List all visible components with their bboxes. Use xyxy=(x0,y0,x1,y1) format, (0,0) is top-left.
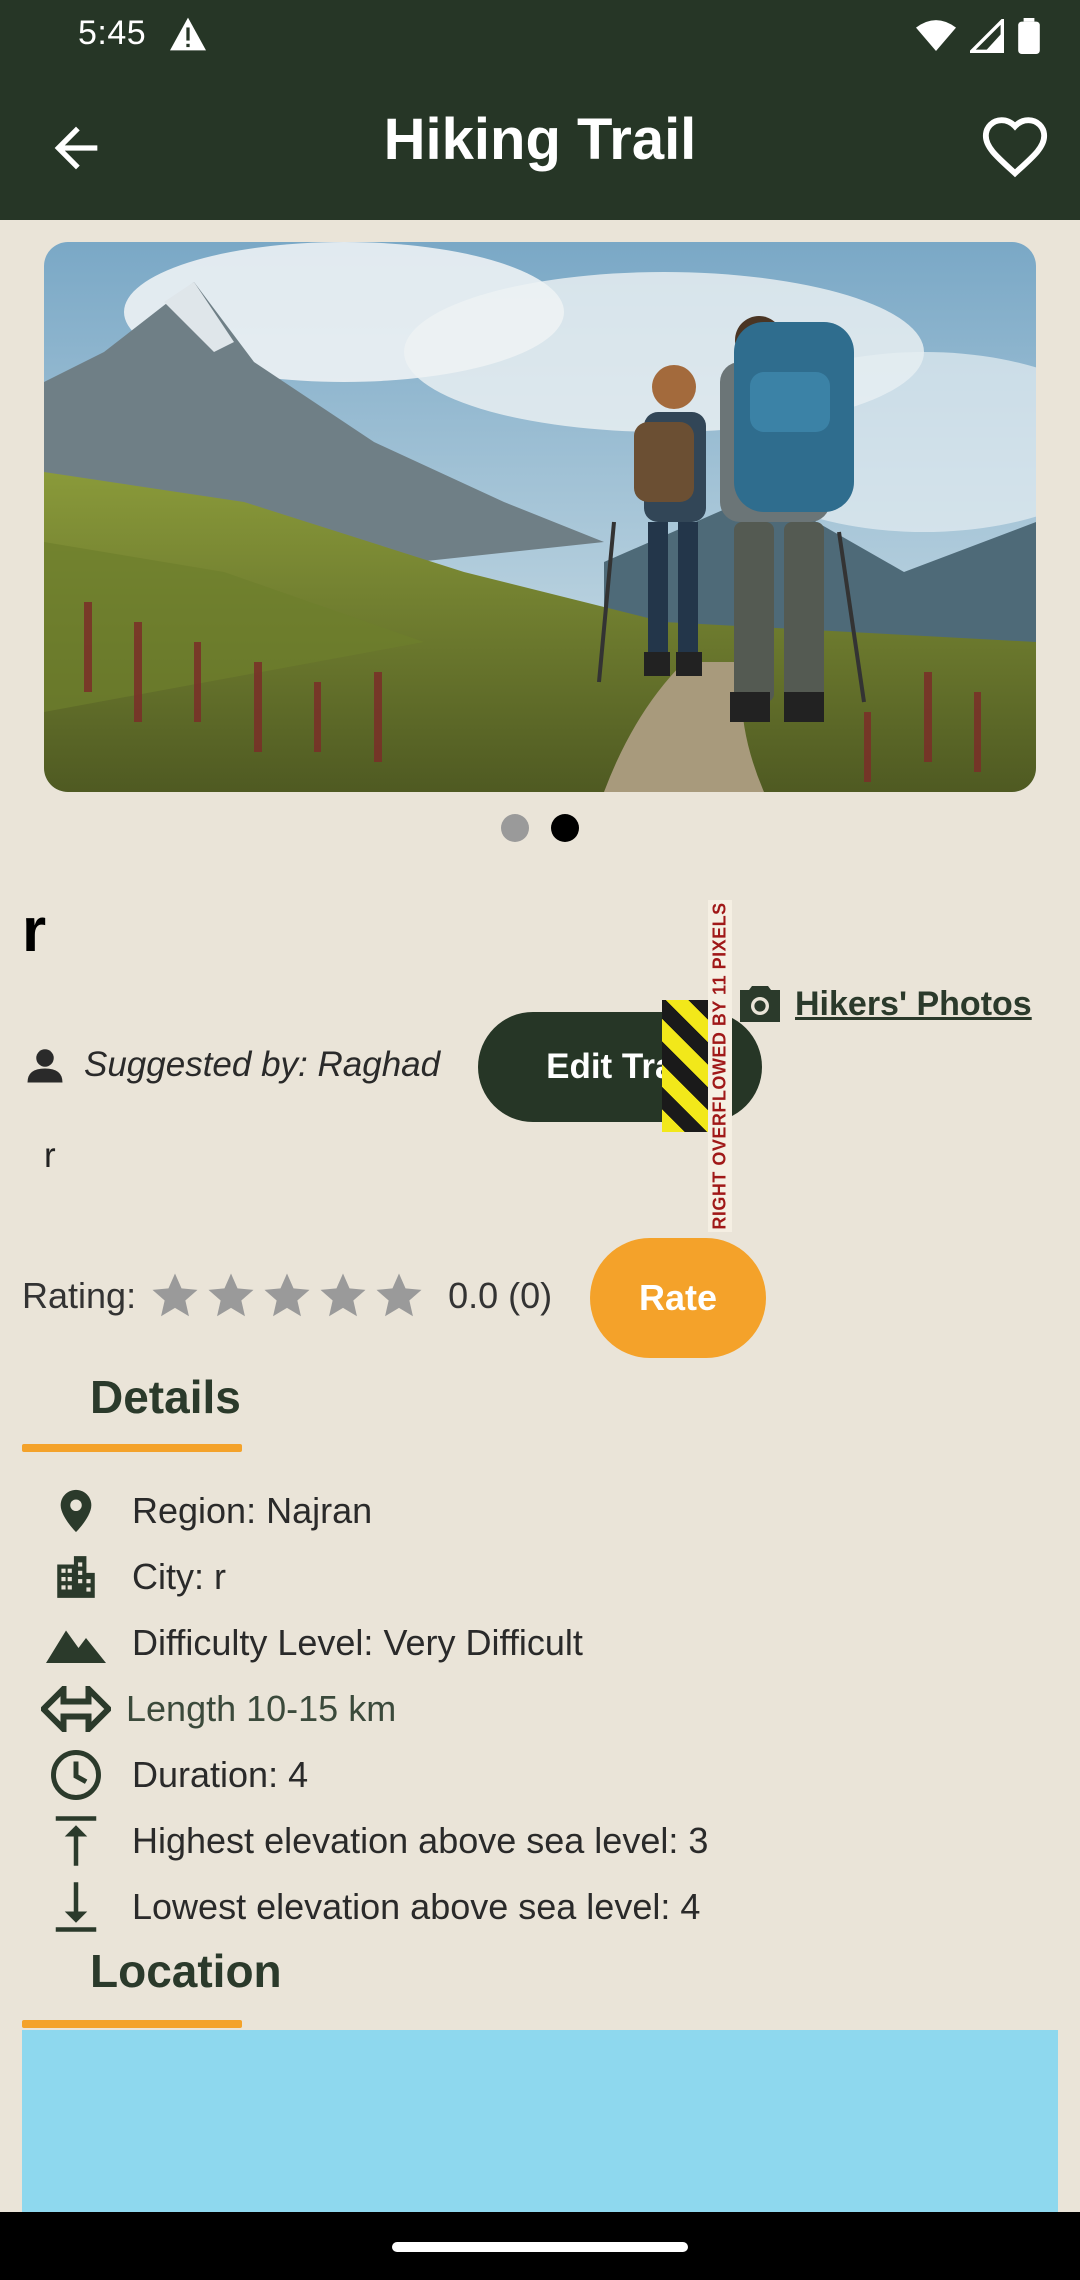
home-gesture-handle[interactable] xyxy=(392,2242,688,2252)
detail-city: City: r xyxy=(30,1544,1030,1610)
trail-description: r xyxy=(44,1136,56,1175)
star-icon xyxy=(320,1273,366,1317)
page-title: Hiking Trail xyxy=(383,107,697,172)
app-bar: Hiking Trail xyxy=(0,72,1080,220)
trail-name: r xyxy=(22,896,47,965)
lowest-elevation-text: Lowest elevation above sea level: 4 xyxy=(132,1886,701,1927)
arrow-down-to-line-icon xyxy=(30,1880,122,1934)
suggested-by-text: Suggested by: Raghad xyxy=(84,1045,441,1084)
city-text: City: r xyxy=(132,1556,226,1597)
hikers-photos-link[interactable]: Hikers' Photos xyxy=(735,982,1032,1026)
location-map[interactable] xyxy=(22,2030,1058,2212)
system-icons xyxy=(916,16,1040,59)
trail-photo-carousel[interactable] xyxy=(44,242,1036,792)
details-underline xyxy=(22,1444,242,1452)
star-icon xyxy=(376,1273,422,1317)
details-list: Region: Najran City: r Difficulty Level:… xyxy=(30,1478,1030,1940)
carousel-dot-1[interactable] xyxy=(501,814,529,842)
detail-region: Region: Najran xyxy=(30,1478,1030,1544)
star-icon xyxy=(152,1273,198,1317)
difficulty-text: Difficulty Level: Very Difficult xyxy=(132,1622,583,1663)
detail-highest-elevation: Highest elevation above sea level: 3 xyxy=(30,1808,1030,1874)
length-text: Length 10-15 km xyxy=(126,1688,397,1729)
star-icon xyxy=(208,1273,254,1317)
location-underline xyxy=(22,2020,242,2028)
camera-icon xyxy=(740,986,780,1022)
city-buildings-icon xyxy=(30,1552,122,1602)
rate-button[interactable]: Rate xyxy=(590,1238,766,1358)
rating-value: 0.0 (0) xyxy=(448,1275,553,1316)
length-arrows-icon xyxy=(30,1686,122,1732)
highest-elevation-text: Highest elevation above sea level: 3 xyxy=(132,1820,709,1861)
status-time: 5:45 xyxy=(78,14,147,52)
location-pin-icon xyxy=(30,1486,122,1536)
wifi-icon xyxy=(916,19,956,58)
hikers-photos-label[interactable]: Hikers' Photos xyxy=(795,985,1032,1024)
rate-label: Rate xyxy=(638,1277,718,1318)
battery-icon xyxy=(1018,18,1040,59)
detail-lowest-elevation: Lowest elevation above sea level: 4 xyxy=(30,1874,1030,1940)
favorite-heart-icon[interactable] xyxy=(980,112,1050,182)
cellular-signal-icon xyxy=(967,16,1004,58)
detail-difficulty: Difficulty Level: Very Difficult xyxy=(30,1610,1030,1676)
overflow-warning-label: RIGHT OVERFLOWED BY 11 PIXELS xyxy=(708,900,732,1232)
details-section-title: Details xyxy=(90,1371,241,1423)
trail-hikers-photo xyxy=(44,242,1036,792)
warning-icon xyxy=(168,16,208,57)
star-icon xyxy=(264,1273,310,1317)
detail-length: Length 10-15 km xyxy=(30,1676,1030,1742)
duration-text: Duration: 4 xyxy=(132,1754,309,1795)
suggested-by: Suggested by: Raghad xyxy=(24,1044,440,1086)
overflow-warning-stripe xyxy=(662,1000,710,1132)
location-section-title: Location xyxy=(90,1945,282,1997)
rating-stars xyxy=(148,1269,426,1323)
rating-label: Rating: xyxy=(22,1275,137,1316)
region-text: Region: Najran xyxy=(132,1490,373,1531)
mountain-icon xyxy=(30,1623,122,1663)
system-navigation-bar xyxy=(0,2212,1080,2280)
arrow-up-to-line-icon xyxy=(30,1814,122,1868)
status-bar: 5:45 xyxy=(0,0,1080,72)
carousel-dot-2-active[interactable] xyxy=(551,814,579,842)
carousel-page-indicator xyxy=(0,814,1080,842)
person-icon xyxy=(27,1049,63,1083)
detail-duration: Duration: 4 xyxy=(30,1742,1030,1808)
overflow-warning-text: RIGHT OVERFLOWED BY 11 PIXELS xyxy=(709,902,730,1230)
clock-icon xyxy=(30,1748,122,1802)
rating-row: Rating: 0.0 (0) xyxy=(22,1236,552,1356)
